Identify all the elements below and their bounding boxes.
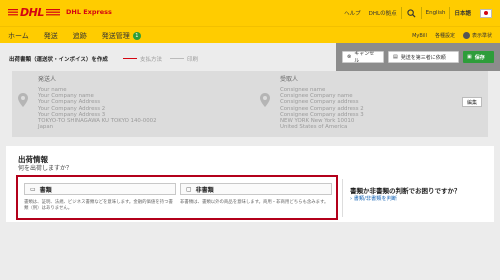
non-documents-description: 非書類は、書類以外の商品を意味します。商用・非商用どちらも含みます。 [180, 200, 329, 205]
step-connector [170, 58, 184, 59]
nav-track[interactable]: 追跡 [73, 31, 87, 41]
doc-help-link[interactable]: › 書類/非書類を判断 [350, 195, 397, 202]
help-title: 書類か非書類の判断でお困りですか？ [350, 187, 461, 195]
user-name: 表示準状 [471, 33, 492, 39]
user-icon [462, 32, 470, 39]
send-to-third-party-button[interactable]: ▤ 発送を第三者に依頼 [388, 51, 459, 63]
address-line: Consignee Company address [280, 99, 359, 106]
dhl-logo[interactable]: DHL [8, 7, 60, 19]
lang-japanese[interactable]: 日本語 [450, 9, 475, 17]
edit-address-button[interactable]: 編集 [462, 97, 482, 107]
doc-help-link-label: 書類/非書類を判断 [353, 196, 397, 202]
action-panel: ⊗ キャンセル ▤ 発送を第三者に依頼 ▣ 保存 [336, 43, 500, 71]
nav-ship-label: 発送 [43, 31, 58, 40]
lang-english[interactable]: English [422, 10, 450, 16]
locations-link[interactable]: DHLの拠点 [365, 9, 401, 17]
cancel-button[interactable]: ⊗ キャンセル [342, 51, 384, 64]
document-icon: ▤ [393, 54, 398, 60]
location-pin-icon [18, 93, 28, 107]
save-icon: ▣ [467, 54, 472, 60]
nav-manage[interactable]: 発送管理 1 [102, 31, 141, 41]
save-button[interactable]: ▣ 保存 [463, 51, 494, 63]
japan-flag-icon[interactable] [480, 8, 492, 18]
nav-ship[interactable]: 発送 [44, 31, 58, 41]
content-type-choice: ▭ 書類 書類は、証明、法規、ビジネス書類などを意味します。金融的価値を持つ書類（… [16, 175, 338, 220]
cancel-label: キャンセル [354, 51, 375, 64]
shipment-question: 何を出荷しますか？ [18, 165, 73, 172]
save-label: 保存 [474, 54, 485, 61]
main-nav: ホーム 発送 追跡 発送管理 1 MyBill 各種設定 表示準状 [0, 26, 500, 43]
documents-option-button[interactable]: ▭ 書類 [24, 183, 176, 195]
receiver-label: 受取人 [280, 76, 299, 83]
address-line: Consignee Company address 2 [280, 105, 364, 112]
send-third-label: 発送を第三者に依頼 [400, 54, 446, 61]
shipper-label: 発送人 [38, 76, 57, 83]
non-documents-label: 非書類 [195, 186, 214, 194]
package-icon: ▢ [186, 185, 192, 193]
top-bar: DHL DHL Express ヘルプ DHLの拠点 English 日本語 [0, 0, 500, 26]
nav-home-label: ホーム [8, 31, 29, 40]
search-icon[interactable] [406, 8, 416, 18]
divider [342, 179, 343, 217]
page-background [0, 222, 500, 280]
user-menu[interactable]: 表示準状 [462, 32, 492, 39]
mybill-link[interactable]: MyBill [412, 33, 427, 39]
address-line: Japan [38, 124, 54, 131]
address-line: United States of America [280, 124, 348, 131]
address-line: TOKYO-TO SHINAGAWA KU TOKYO 140-0002 [38, 118, 157, 125]
shipment-info-card: 出荷情報 何を出荷しますか？ ▭ 書類 書類は、証明、法規、ビジネス書類などを意味… [6, 146, 494, 222]
step-payment: 支払方法 [140, 57, 163, 63]
document-icon: ▭ [30, 185, 36, 193]
notification-badge: 1 [132, 31, 141, 40]
step-create-docs: 出荷書類（運送状・インボイス）を作成 [9, 57, 108, 63]
settings-link[interactable]: 各種設定 [435, 32, 455, 39]
documents-label: 書類 [39, 186, 52, 194]
top-links: ヘルプ DHLの拠点 English 日本語 [340, 0, 492, 26]
help-link[interactable]: ヘルプ [340, 9, 365, 17]
location-pin-icon [260, 93, 270, 107]
step-connector [123, 58, 137, 59]
receiver-address: Consignee name Consignee Company name Co… [280, 87, 364, 130]
step-print: 印刷 [187, 57, 199, 63]
nav-manage-label: 発送管理 [101, 31, 130, 40]
cancel-icon: ⊗ [347, 54, 352, 60]
address-panel: 発送人 Your name Your Company name Your Com… [12, 71, 488, 137]
shipper-address: Your name Your Company name Your Company… [38, 87, 157, 130]
brand-name: DHL Express [66, 8, 112, 16]
help-panel: 書類か非書類の判断でお困りですか？ › 書類/非書類を判断 [342, 175, 492, 220]
nav-home[interactable]: ホーム [8, 31, 29, 41]
nav-track-label: 追跡 [72, 31, 87, 40]
logo-wordmark: DHL [18, 6, 46, 19]
divider [400, 7, 402, 19]
non-documents-option-button[interactable]: ▢ 非書類 [180, 183, 332, 195]
documents-description: 書類は、証明、法規、ビジネス書類などを意味します。金融的価値を持つ書類（例）はあ… [24, 200, 173, 211]
